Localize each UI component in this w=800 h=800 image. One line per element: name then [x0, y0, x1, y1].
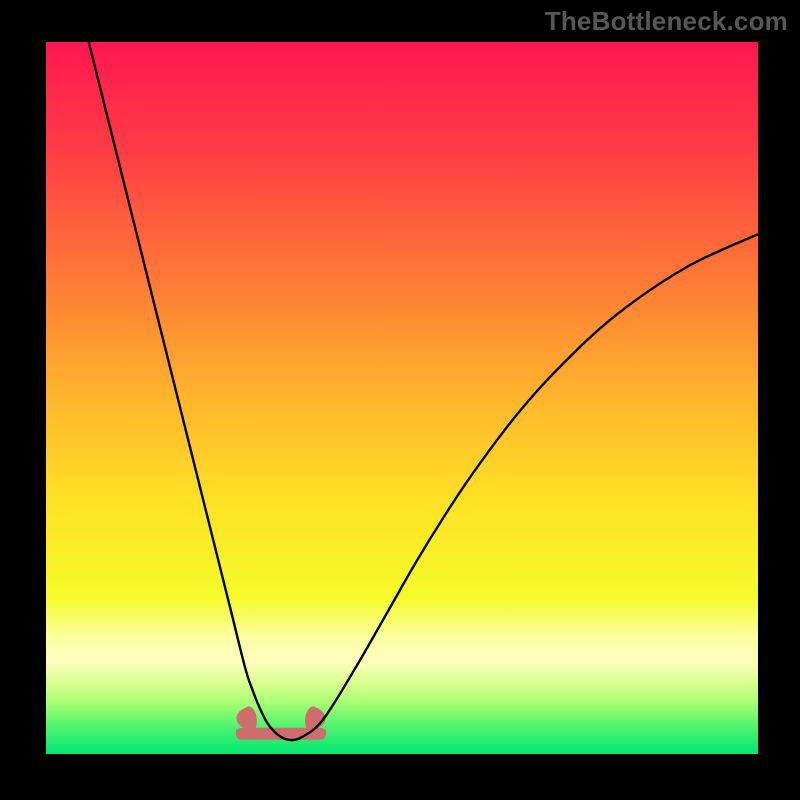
chart-frame: TheBottleneck.com — [0, 0, 800, 800]
plot-area — [46, 42, 758, 754]
trough-blob — [236, 706, 326, 739]
curve-layer — [46, 42, 758, 754]
watermark-text: TheBottleneck.com — [545, 6, 788, 37]
bottleneck-curve — [89, 42, 758, 740]
